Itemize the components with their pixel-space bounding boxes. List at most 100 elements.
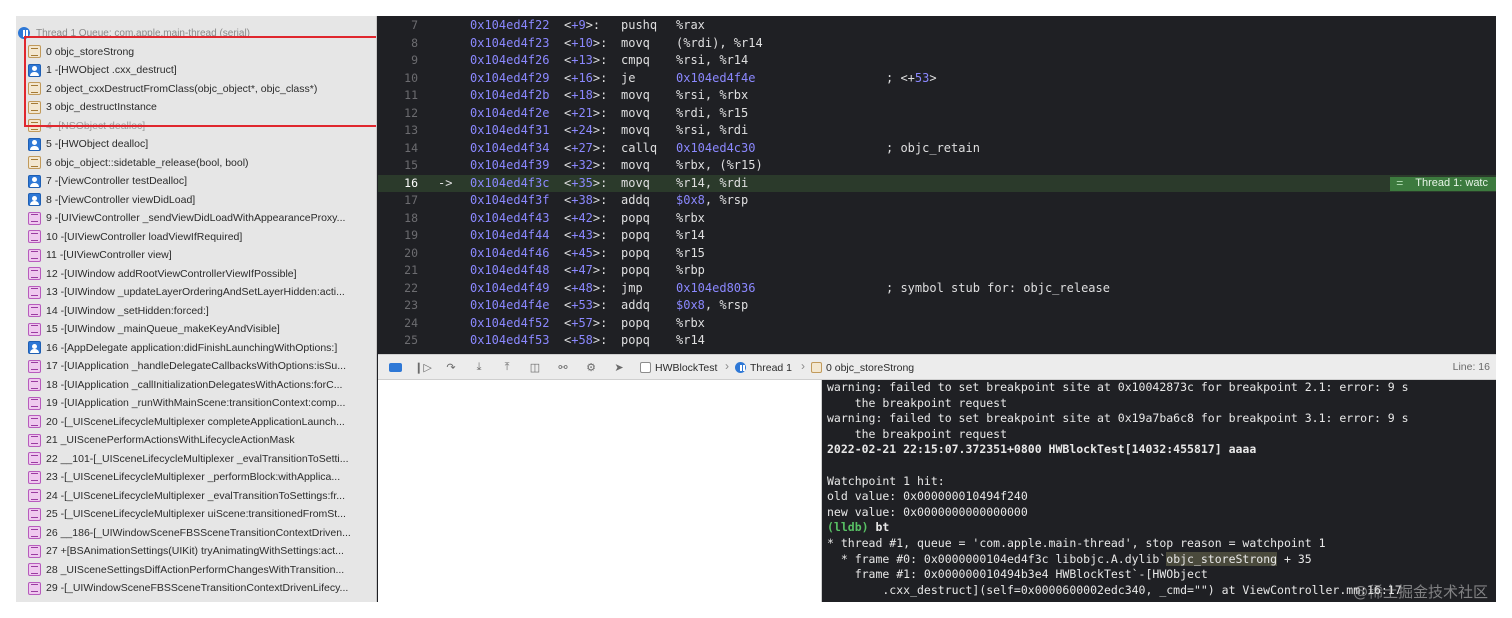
stack-frame-row[interactable]: 20 -[_UISceneLifecycleMultiplexer comple… — [16, 413, 376, 431]
instruction-offset: <+45>: — [564, 245, 608, 260]
instruction-mnemonic: popq — [621, 315, 650, 330]
breadcrumb-frame[interactable]: 0 objc_storeStrong — [811, 360, 914, 375]
instruction-line[interactable]: 23 0x104ed4f4e <+53>: addq $0x8, %rsp — [378, 297, 1496, 315]
instruction-operands: %rbp — [676, 263, 705, 277]
stack-frame-label: 23 -[_UISceneLifecycleMultiplexer _perfo… — [46, 471, 341, 483]
instruction-operands: $0x8, %rsp — [676, 193, 749, 207]
instruction-line[interactable]: 24 0x104ed4f52 <+57>: popq %rbx — [378, 315, 1496, 333]
thread-stop-label: Thread 1: watc — [1415, 176, 1488, 189]
breakpoints-toggle-icon[interactable] — [388, 361, 402, 374]
line-number: 20 — [404, 245, 418, 260]
stack-frame-label: 17 -[UIApplication _handleDelegateCallba… — [46, 360, 346, 372]
instruction-offset: <+10>: — [564, 35, 608, 50]
current-instruction-line[interactable]: 16 -> 0x104ed4f3c <+35>: movq %r14, %rdi = Thre… — [378, 174, 1496, 192]
console-line: warning: failed to set breakpoint site a… — [827, 380, 1409, 394]
instruction-address: 0x104ed4f4e — [470, 298, 550, 312]
stack-frame-row[interactable]: 24 -[_UISceneLifecycleMultiplexer _evalT… — [16, 487, 376, 505]
stack-frame-row[interactable]: 9 -[UIViewController _sendViewDidLoadWit… — [16, 209, 376, 227]
instruction-line[interactable]: 9 0x104ed4f26 <+13>: cmpq %rsi, %r14 — [378, 52, 1496, 70]
stack-frame-row[interactable]: 21 _UIScenePerformActionsWithLifecycleAc… — [16, 431, 376, 449]
instruction-line[interactable]: 10 0x104ed4f29 <+16>: je 0x104ed4f4e ; <+53> — [378, 70, 1496, 88]
stack-frame-row[interactable]: 17 -[UIApplication _handleDelegateCallba… — [16, 357, 376, 375]
watermark: @稀土掘金技术社区 — [1352, 583, 1488, 601]
debug-navigator: Thread 1 Queue: com.apple.main-thread (s… — [16, 16, 377, 602]
system-framework-icon — [28, 248, 41, 262]
stack-frame-row[interactable]: 8 -[ViewController viewDidLoad] — [16, 191, 376, 209]
stack-frame-row[interactable]: 19 -[UIApplication _runWithMainScene:tra… — [16, 394, 376, 412]
system-framework-icon — [28, 581, 41, 595]
instruction-mnemonic: popq — [621, 263, 650, 277]
stack-frame-row[interactable]: 7 -[ViewController testDealloc] — [16, 172, 376, 190]
breadcrumb-app[interactable]: HWBlockTest — [640, 360, 717, 375]
stack-frame-label: 25 -[_UISceneLifecycleMultiplexer uiScen… — [46, 508, 346, 520]
view-hierarchy-icon[interactable]: ◫ — [528, 361, 542, 374]
stack-frame-row[interactable]: 18 -[UIApplication _callInitializationDe… — [16, 376, 376, 394]
stack-frame-row[interactable]: 11 -[UIViewController view] — [16, 246, 376, 264]
stack-frame-row[interactable]: 13 -[UIWindow _updateLayerOrderingAndSet… — [16, 283, 376, 301]
stack-frame-row[interactable]: 28 _UISceneSettingsDiffActionPerformChan… — [16, 561, 376, 579]
thread-icon — [735, 362, 746, 373]
library-icon — [28, 119, 41, 132]
stack-frame-row[interactable]: 4 -[NSObject dealloc] — [16, 117, 376, 135]
instruction-line[interactable]: 17 0x104ed4f3f <+38>: addq $0x8, %rsp — [378, 192, 1496, 210]
instruction-offset: <+53>: — [564, 298, 608, 312]
stack-frame-row[interactable]: 12 -[UIWindow addRootViewControllerViewI… — [16, 265, 376, 283]
stack-frame-label: 5 -[HWObject dealloc] — [46, 138, 149, 150]
instruction-line[interactable]: 19 0x104ed4f44 <+43>: popq %r14 — [378, 227, 1496, 245]
instruction-line[interactable]: 22 0x104ed4f49 <+48>: jmp 0x104ed8036 ; symbo… — [378, 280, 1496, 298]
variables-view[interactable] — [378, 380, 822, 602]
stack-frame-row[interactable]: 26 __186-[_UIWindowSceneFBSSceneTransiti… — [16, 524, 376, 542]
instruction-comment: ; <+53> — [886, 70, 937, 85]
instruction-line[interactable]: 20 0x104ed4f46 <+45>: popq %r15 — [378, 245, 1496, 263]
stack-frame-row[interactable]: 10 -[UIViewController loadViewIfRequired… — [16, 228, 376, 246]
instruction-operands: (%rdi), %r14 — [676, 35, 763, 50]
thread-header[interactable]: Thread 1 Queue: com.apple.main-thread (s… — [16, 24, 376, 42]
stack-frame-row[interactable]: 29 -[_UIWindowSceneFBSSceneTransitionCon… — [16, 579, 376, 597]
instruction-line[interactable]: 25 0x104ed4f53 <+58>: popq %r14 — [378, 332, 1496, 350]
stack-frame-row[interactable]: 6 objc_object::sidetable_release(bool, b… — [16, 154, 376, 172]
stack-frame-row[interactable]: 27 +[BSAnimationSettings(UIKit) tryAnima… — [16, 542, 376, 560]
instruction-address: 0x104ed4f3f — [470, 193, 550, 207]
stack-frame-row[interactable]: 1 -[HWObject .cxx_destruct] — [16, 61, 376, 79]
breadcrumb-thread[interactable]: Thread 1 — [735, 360, 792, 375]
instruction-line[interactable]: 14 0x104ed4f34 <+27>: callq 0x104ed4c30 ; obj… — [378, 140, 1496, 158]
stack-frame-row[interactable]: 22 __101-[_UISceneLifecycleMultiplexer _… — [16, 450, 376, 468]
instruction-offset: <+58>: — [564, 333, 608, 347]
instruction-line[interactable]: 11 0x104ed4f2b <+18>: movq %rsi, %rbx — [378, 87, 1496, 105]
instruction-line[interactable]: 13 0x104ed4f31 <+24>: movq %rsi, %rdi — [378, 122, 1496, 140]
instruction-operands: %rbx — [676, 315, 705, 330]
stack-frame-row[interactable]: 0 objc_storeStrong — [16, 43, 376, 61]
stack-frame-row[interactable]: 16 -[AppDelegate application:didFinishLa… — [16, 339, 376, 357]
stack-frame-label: 0 objc_storeStrong — [46, 45, 135, 58]
environment-overrides-icon[interactable]: ⚙ — [584, 361, 598, 374]
disassembly-editor[interactable]: 7 0x104ed4f22 <+9>: pushq %rax 8 0x104ed4f23 <+… — [378, 16, 1496, 354]
instruction-line[interactable]: 7 0x104ed4f22 <+9>: pushq %rax — [378, 17, 1496, 35]
instruction-line[interactable]: 8 0x104ed4f23 <+10>: movq (%rdi), %r14 — [378, 35, 1496, 53]
stack-frame-row[interactable]: 2 object_cxxDestructFromClass(objc_objec… — [16, 80, 376, 98]
system-framework-icon — [28, 489, 41, 502]
stack-frame-label: 10 -[UIViewController loadViewIfRequired… — [46, 230, 243, 243]
instruction-line[interactable]: 18 0x104ed4f43 <+42>: popq %rbx — [378, 210, 1496, 228]
instruction-mnemonic: popq — [621, 245, 650, 260]
stack-frame-row[interactable]: 3 objc_destructInstance — [16, 98, 376, 116]
thread-stop-badge[interactable]: = Thread 1: watc — [1390, 176, 1496, 191]
memory-graph-icon[interactable]: ⚯ — [556, 361, 570, 374]
step-into-icon[interactable]: ⤓ — [472, 361, 486, 374]
step-over-icon[interactable]: ↷ — [444, 361, 458, 374]
simulate-location-icon[interactable]: ➤ — [612, 361, 626, 374]
continue-icon[interactable]: ❙▷ — [414, 361, 432, 374]
stack-frame-row[interactable]: 5 -[HWObject dealloc] — [16, 135, 376, 153]
console-output[interactable]: warning: failed to set breakpoint site a… — [823, 380, 1496, 602]
stack-frame-label: 15 -[UIWindow _mainQueue_makeKeyAndVisib… — [46, 323, 280, 335]
instruction-line[interactable]: 12 0x104ed4f2e <+21>: movq %rdi, %r15 — [378, 105, 1496, 123]
stack-frame-row[interactable]: 15 -[UIWindow _mainQueue_makeKeyAndVisib… — [16, 320, 376, 338]
stack-frame-row[interactable]: 25 -[_UISceneLifecycleMultiplexer uiScen… — [16, 505, 376, 523]
instruction-address: 0x104ed4f46 — [470, 245, 550, 260]
stack-frame-row[interactable]: 23 -[_UISceneLifecycleMultiplexer _perfo… — [16, 468, 376, 486]
instruction-line[interactable]: 21 0x104ed4f48 <+47>: popq %rbp — [378, 262, 1496, 280]
instruction-operands: %rbx — [676, 210, 705, 225]
stack-frame-row[interactable]: 14 -[UIWindow _setHidden:forced:] — [16, 302, 376, 320]
instruction-address: 0x104ed4f34 — [470, 140, 550, 155]
instruction-line[interactable]: 15 0x104ed4f39 <+32>: movq %rbx, (%r15) — [378, 157, 1496, 175]
step-out-icon[interactable]: ⤒ — [500, 361, 514, 374]
